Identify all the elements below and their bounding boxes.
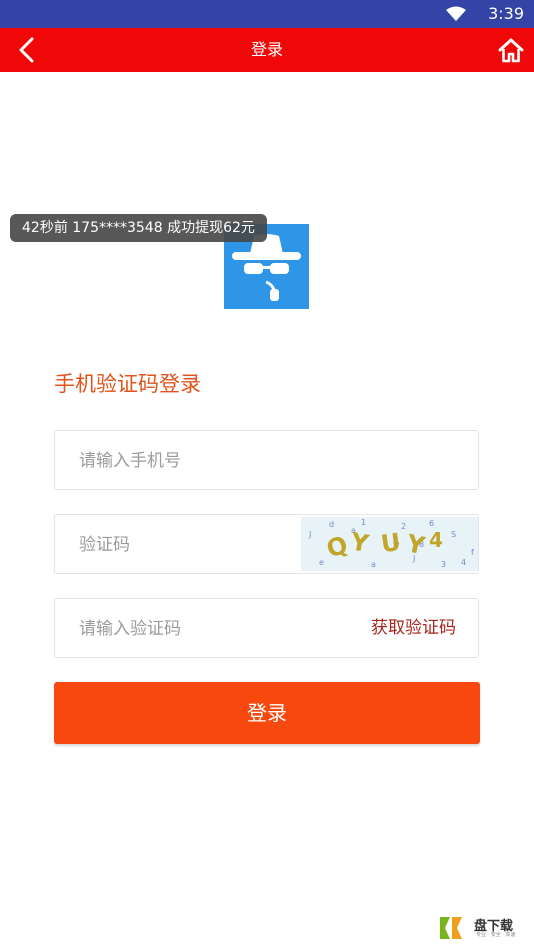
status-bar: 3:39: [0, 0, 534, 28]
captcha-input[interactable]: [77, 515, 311, 575]
sms-code-input[interactable]: [77, 599, 311, 659]
svg-text:d: d: [329, 520, 334, 529]
page-title: 登录: [250, 40, 283, 59]
svg-text:4: 4: [429, 528, 443, 552]
sms-code-field: 获取验证码: [54, 598, 479, 659]
phone-input[interactable]: [77, 431, 311, 491]
svg-text:f: f: [471, 548, 474, 557]
home-icon[interactable]: [498, 37, 524, 63]
svg-text:2: 2: [401, 522, 406, 531]
login-section-title: 手机验证码登录: [54, 372, 201, 396]
site-watermark: 盘下载 专业 · 安全 · 高速: [438, 913, 528, 943]
svg-text:U: U: [379, 528, 402, 558]
captcha-field: daJ 26S eaJ 34w 18f Q Y U Y 4: [54, 514, 479, 575]
watermark-sub: 专业 · 安全 · 高速: [476, 932, 516, 938]
watermark-logo-icon: [440, 917, 462, 939]
svg-text:S: S: [451, 530, 456, 539]
get-code-button[interactable]: 获取验证码: [371, 599, 456, 657]
captcha-image[interactable]: daJ 26S eaJ 34w 18f Q Y U Y 4: [301, 517, 478, 571]
top-bar: 登录: [0, 28, 534, 72]
status-time: 3:39: [488, 4, 524, 23]
svg-text:3: 3: [441, 560, 446, 569]
svg-text:Q: Q: [323, 530, 352, 563]
wifi-icon: [446, 6, 466, 21]
svg-text:4: 4: [461, 558, 466, 567]
svg-text:a: a: [371, 560, 376, 569]
phone-field: [54, 430, 479, 491]
svg-text:1: 1: [361, 518, 366, 527]
svg-text:6: 6: [429, 519, 434, 528]
login-button[interactable]: 登录: [54, 682, 480, 744]
svg-text:J: J: [308, 530, 311, 539]
svg-text:e: e: [319, 558, 324, 567]
svg-text:Y: Y: [403, 529, 427, 560]
withdraw-toast: 42秒前 175****3548 成功提现62元: [10, 214, 267, 242]
